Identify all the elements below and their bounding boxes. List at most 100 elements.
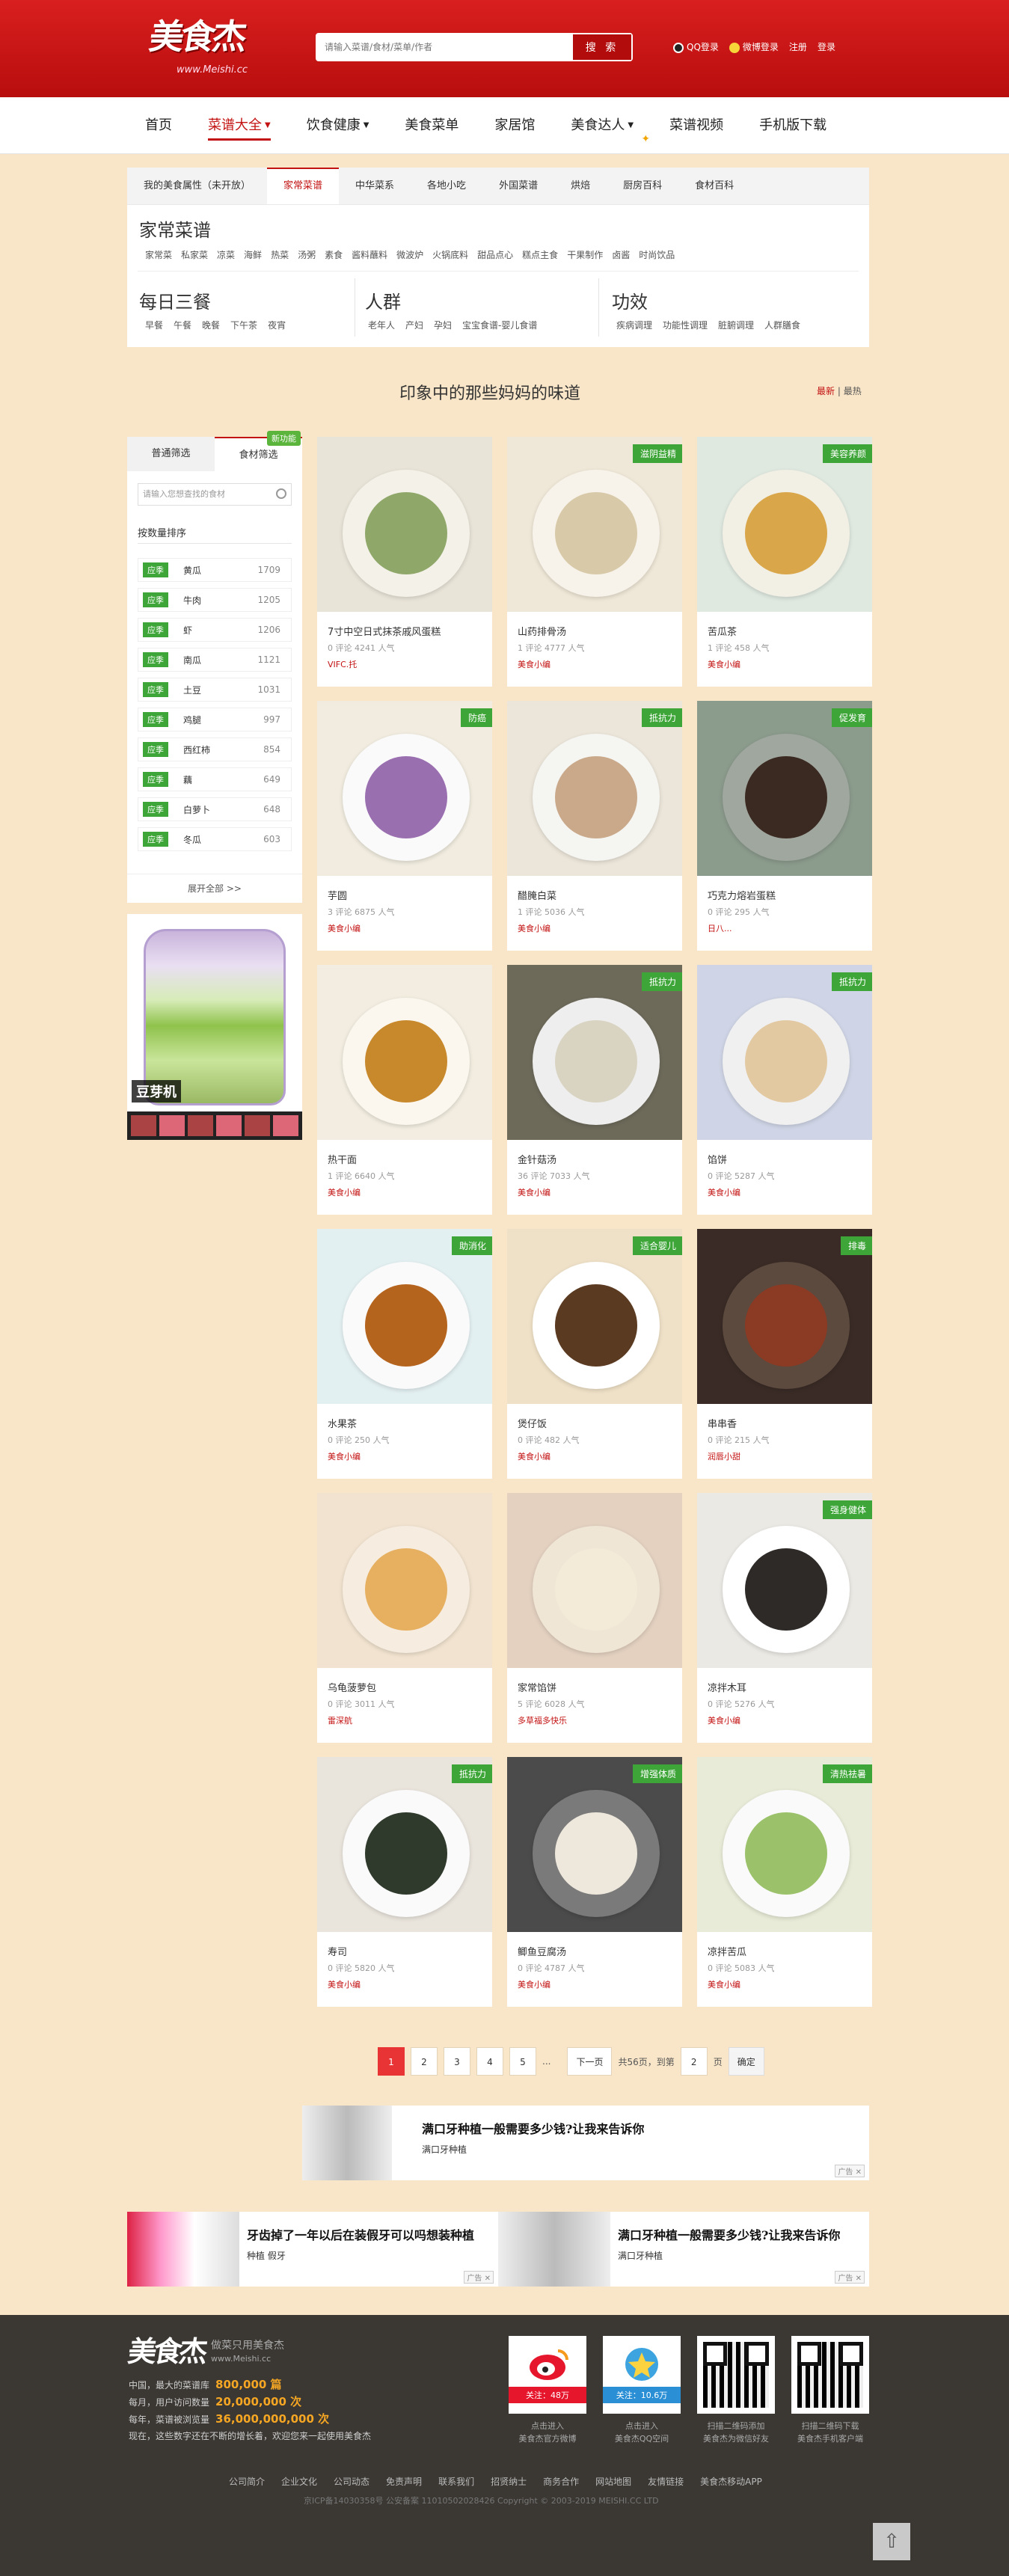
recipe-author[interactable]: 多草福多快乐 <box>518 1714 567 1726</box>
page-jump-button[interactable]: 确定 <box>728 2047 764 2076</box>
weibo-follow-box[interactable]: 关注：48万 <box>509 2336 586 2414</box>
effect-link[interactable]: 脏腑调理 <box>718 319 754 331</box>
tab-chinese-cuisine[interactable]: 中华菜系 <box>339 168 411 204</box>
ingredient-row[interactable]: 应季 鸡腿 997 <box>138 708 292 732</box>
category-link[interactable]: 私家菜 <box>181 248 208 261</box>
next-page-button[interactable]: 下一页 <box>567 2047 613 2076</box>
qq-login-link[interactable]: QQ登录 <box>673 40 719 53</box>
footer-link[interactable]: 友情链接 <box>648 2475 684 2488</box>
footer-link[interactable]: 公司简介 <box>229 2475 265 2488</box>
recipe-title[interactable]: 巧克力熔岩蛋糕 <box>708 888 776 902</box>
category-link[interactable]: 干果制作 <box>567 248 603 261</box>
ingredient-row[interactable]: 应季 虾 1206 <box>138 618 292 642</box>
sort-latest[interactable]: 最新 <box>817 386 835 396</box>
recipe-card[interactable]: 增强体质 鲫鱼豆腐汤 0 评论 4787 人气 美食小编 <box>507 1757 682 2007</box>
recipe-card[interactable]: 抵抗力 馅饼 0 评论 5287 人气 美食小编 <box>697 965 872 1215</box>
recipe-card[interactable]: 强身健体 凉拌木耳 0 评论 5276 人气 美食小编 <box>697 1493 872 1743</box>
page-4[interactable]: 4 <box>476 2047 503 2076</box>
nav-home-store[interactable]: 家居馆 <box>476 97 553 154</box>
crowd-link[interactable]: 宝宝食谱-婴儿食谱 <box>462 319 537 331</box>
back-to-top-button[interactable]: ⇧ <box>873 2523 910 2560</box>
category-link[interactable]: 家常菜 <box>145 248 172 261</box>
recipe-title[interactable]: 凉拌苦瓜 <box>708 1944 746 1958</box>
tab-home-recipes[interactable]: 家常菜谱 <box>267 168 340 204</box>
footer-link[interactable]: 商务合作 <box>543 2475 579 2488</box>
tab-kitchen-wiki[interactable]: 厨房百科 <box>607 168 678 204</box>
recipe-card[interactable]: 美容养颜 苦瓜茶 1 评论 458 人气 美食小编 <box>697 437 872 687</box>
tab-baking[interactable]: 烘焙 <box>554 168 607 204</box>
sprout-machine-ad[interactable]: 豆芽机 <box>127 914 302 1140</box>
recipe-author[interactable]: 美食小编 <box>328 1450 361 1462</box>
recipe-image[interactable]: 排毒 <box>697 1229 872 1404</box>
recipe-author[interactable]: 美食小编 <box>708 1978 740 1990</box>
recipe-image[interactable] <box>317 965 492 1140</box>
recipe-author[interactable]: 美食小编 <box>518 922 550 934</box>
recipe-author[interactable]: 雷深航 <box>328 1714 352 1726</box>
meal-link[interactable]: 午餐 <box>174 319 191 331</box>
footer-logo[interactable]: 美食杰 <box>126 2328 208 2370</box>
dental-ad-banner[interactable]: 满口牙种植一般需要多少钱?让我来告诉你 满口牙种植 广告 ✕ <box>302 2106 869 2180</box>
recipe-image[interactable] <box>317 437 492 612</box>
nav-mobile-download[interactable]: 手机版下载 <box>741 97 844 154</box>
dental-ad-left[interactable]: 牙齿掉了一年以后在装假牙可以吗想装种植 种植 假牙 广告 ✕ <box>127 2212 498 2287</box>
category-link[interactable]: 汤粥 <box>298 248 316 261</box>
recipe-title[interactable]: 山药排骨汤 <box>518 624 566 638</box>
category-link[interactable]: 火锅底料 <box>432 248 468 261</box>
search-button[interactable]: 搜 索 <box>573 34 631 60</box>
footer-link[interactable]: 招贤纳士 <box>491 2475 527 2488</box>
register-link[interactable]: 注册 <box>789 40 807 53</box>
nav-videos[interactable]: 菜谱视频 <box>651 97 741 154</box>
tab-my-attributes[interactable]: 我的美食属性（未开放） <box>127 168 267 204</box>
recipe-card[interactable]: 助消化 水果茶 0 评论 250 人气 美食小编 <box>317 1229 492 1479</box>
recipe-image[interactable]: 适合婴儿 <box>507 1229 682 1404</box>
recipe-author[interactable]: 美食小编 <box>328 1186 361 1198</box>
meal-link[interactable]: 下午茶 <box>230 319 257 331</box>
ingredient-row[interactable]: 应季 白萝卜 648 <box>138 797 292 821</box>
meal-link[interactable]: 夜宵 <box>268 319 286 331</box>
search-input[interactable] <box>317 34 573 60</box>
recipe-image[interactable]: 助消化 <box>317 1229 492 1404</box>
recipe-card[interactable]: 清热祛暑 凉拌苦瓜 0 评论 5083 人气 美食小编 <box>697 1757 872 2007</box>
sort-hot[interactable]: 最热 <box>844 386 862 396</box>
recipe-author[interactable]: 美食小编 <box>328 1978 361 1990</box>
footer-link[interactable]: 美食杰移动APP <box>700 2475 762 2488</box>
nav-health[interactable]: 饮食健康 ▼ <box>289 97 387 154</box>
page-2[interactable]: 2 <box>411 2047 438 2076</box>
recipe-author[interactable]: 美食小编 <box>518 1450 550 1462</box>
recipe-image[interactable] <box>507 1493 682 1668</box>
effect-link[interactable]: 功能性调理 <box>663 319 708 331</box>
nav-menus[interactable]: 美食菜单 <box>387 97 476 154</box>
recipe-author[interactable]: 美食小编 <box>708 1186 740 1198</box>
recipe-title[interactable]: 苦瓜茶 <box>708 624 737 638</box>
recipe-title[interactable]: 煲仔饭 <box>518 1416 547 1430</box>
recipe-card[interactable]: 适合婴儿 煲仔饭 0 评论 482 人气 美食小编 <box>507 1229 682 1479</box>
recipe-author[interactable]: 润唇小甜 <box>708 1450 740 1462</box>
crowd-link[interactable]: 产妇 <box>405 319 423 331</box>
recipe-title[interactable]: 乌龟菠萝包 <box>328 1680 376 1694</box>
recipe-author[interactable]: 美食小编 <box>518 658 550 670</box>
recipe-card[interactable]: 促发育 巧克力熔岩蛋糕 0 评论 295 人气 日八... <box>697 701 872 951</box>
page-jump-input[interactable]: 2 <box>680 2047 708 2076</box>
weibo-login-link[interactable]: 微博登录 <box>729 40 779 53</box>
ingredient-row[interactable]: 应季 土豆 1031 <box>138 678 292 702</box>
recipe-author[interactable]: 美食小编 <box>518 1186 550 1198</box>
meal-link[interactable]: 早餐 <box>145 319 163 331</box>
qzone-follow-box[interactable]: 关注：10.6万 <box>603 2336 681 2414</box>
recipe-title[interactable]: 水果茶 <box>328 1416 357 1430</box>
recipe-card[interactable]: 7寸中空日式抹茶戚风蛋糕 0 评论 4241 人气 VIFC.托 <box>317 437 492 687</box>
category-link[interactable]: 海鲜 <box>244 248 262 261</box>
page-3[interactable]: 3 <box>444 2047 470 2076</box>
recipe-image[interactable] <box>317 1493 492 1668</box>
recipe-author[interactable]: 美食小编 <box>708 1714 740 1726</box>
login-link[interactable]: 登录 <box>818 40 835 53</box>
recipe-image[interactable]: 促发育 <box>697 701 872 876</box>
nav-food-experts[interactable]: 美食达人 ▼ ✦ <box>553 97 651 154</box>
site-logo[interactable]: 美食杰 www.Meishi.cc <box>147 15 269 79</box>
recipe-title[interactable]: 芋圆 <box>328 888 347 902</box>
ingredient-row[interactable]: 应季 藕 649 <box>138 767 292 791</box>
recipe-author[interactable]: 美食小编 <box>708 658 740 670</box>
category-link[interactable]: 素食 <box>325 248 343 261</box>
tab-foreign-recipes[interactable]: 外国菜谱 <box>482 168 554 204</box>
ingredient-search-input[interactable]: 请输入您想查找的食材 <box>138 483 292 506</box>
recipe-card[interactable]: 抵抗力 醋腌白菜 1 评论 5036 人气 美食小编 <box>507 701 682 951</box>
